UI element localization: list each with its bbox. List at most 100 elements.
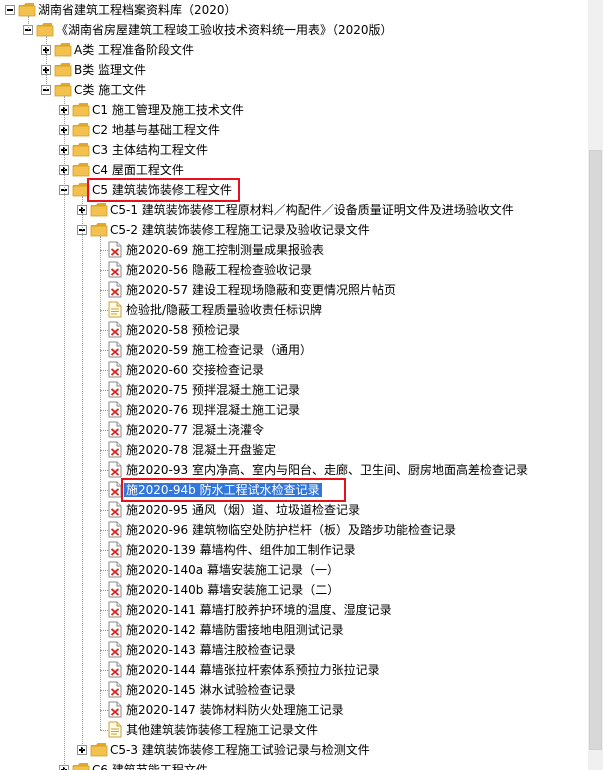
tree-file-row[interactable]: 施2020-60 交接检查记录 bbox=[0, 360, 588, 380]
pdf-file-icon bbox=[108, 581, 122, 598]
tree-item-label: 检验批/隐蔽工程质量验收责任标识牌 bbox=[126, 303, 323, 317]
tree-folder-row[interactable]: C5-3 建筑装饰装修工程施工试验记录与检测文件 bbox=[0, 740, 588, 760]
tree-file-row[interactable]: 施2020-78 混凝土开盘鉴定 bbox=[0, 440, 588, 460]
tree-file-row[interactable]: 施2020-59 施工检查记录（通用） bbox=[0, 340, 588, 360]
tree-connector bbox=[100, 530, 108, 531]
folder-icon bbox=[72, 162, 90, 177]
tree-file-row[interactable]: 施2020-75 预拌混凝土施工记录 bbox=[0, 380, 588, 400]
pdf-file-icon bbox=[108, 641, 122, 658]
pdf-file-icon bbox=[108, 701, 122, 718]
file-tree: 湖南省建筑工程档案资料库（2020） 《湖南省房屋建筑工程竣工验收技术资料统一用表… bbox=[0, 0, 588, 770]
tree-connector bbox=[100, 410, 108, 411]
folder-icon bbox=[72, 142, 90, 157]
tree-file-row[interactable]: 施2020-69 施工控制测量成果报验表 bbox=[0, 240, 588, 260]
folder-icon bbox=[54, 42, 72, 57]
tree-item-label: 施2020-69 施工控制测量成果报验表 bbox=[126, 243, 324, 257]
tree-item-label: C1 施工管理及施工技术文件 bbox=[92, 103, 244, 117]
pdf-file-icon bbox=[108, 241, 122, 258]
tree-item-label: 《湖南省房屋建筑工程竣工验收技术资料统一用表》（2020版） bbox=[56, 23, 393, 37]
tree-file-row[interactable]: 检验批/隐蔽工程质量验收责任标识牌 bbox=[0, 300, 588, 320]
tree-folder-row[interactable]: C类 施工文件 bbox=[0, 80, 588, 100]
tree-item-label: 施2020-58 预检记录 bbox=[126, 323, 240, 337]
tree-file-row[interactable]: 施2020-147 装饰材料防火处理施工记录 bbox=[0, 700, 588, 720]
tree-item-label: 施2020-142 幕墙防雷接地电阻测试记录 bbox=[126, 623, 344, 637]
tree-connector bbox=[100, 390, 108, 391]
tree-connector bbox=[100, 510, 108, 511]
tree-connector bbox=[100, 710, 108, 711]
tree-file-row[interactable]: 施2020-56 隐蔽工程检查验收记录 bbox=[0, 260, 588, 280]
tree-item-label: C5 建筑装饰装修工程文件 bbox=[92, 183, 232, 197]
tree-connector bbox=[100, 590, 108, 591]
pdf-file-icon bbox=[108, 341, 122, 358]
pdf-file-icon bbox=[108, 601, 122, 618]
tree-folder-row[interactable]: C4 屋面工程文件 bbox=[0, 160, 588, 180]
tree-item-label-selected: 施2020-94b 防水工程试水检查记录 bbox=[124, 483, 322, 497]
pdf-file-icon bbox=[108, 461, 122, 478]
tree-connector bbox=[100, 236, 101, 730]
scrollbar-thumb[interactable] bbox=[589, 150, 602, 750]
tree-item-label: 施2020-140a 幕墙安装施工记录（一） bbox=[126, 563, 339, 577]
tree-folder-row[interactable]: C2 地基与基础工程文件 bbox=[0, 120, 588, 140]
tree-folder-row[interactable]: C5 建筑装饰装修工程文件 bbox=[0, 180, 588, 200]
tree-file-row[interactable]: 施2020-143 幕墙注胶检查记录 bbox=[0, 640, 588, 660]
tree-item-label: 施2020-59 施工检查记录（通用） bbox=[126, 343, 312, 357]
pdf-file-icon bbox=[108, 401, 122, 418]
tree-file-row[interactable]: 施2020-142 幕墙防雷接地电阻测试记录 bbox=[0, 620, 588, 640]
tree-connector bbox=[100, 450, 108, 451]
document-file-icon bbox=[108, 721, 122, 738]
tree-connector bbox=[100, 310, 108, 311]
tree-file-row[interactable]: 施2020-95 通风（烟）道、垃圾道检查记录 bbox=[0, 500, 588, 520]
tree-item-label: 施2020-56 隐蔽工程检查验收记录 bbox=[126, 263, 312, 277]
tree-folder-row[interactable]: C6 建筑节能工程文件 bbox=[0, 760, 588, 770]
tree-file-row[interactable]: 施2020-57 建设工程现场隐蔽和变更情况照片帖页 bbox=[0, 280, 588, 300]
tree-file-row[interactable]: 施2020-144 幕墙张拉杆索体系预拉力张拉记录 bbox=[0, 660, 588, 680]
tree-file-row[interactable]: 施2020-93 室内净高、室内与阳台、走廊、卫生间、厨房地面高差检查记录 bbox=[0, 460, 588, 480]
tree-connector bbox=[100, 610, 108, 611]
tree-item-label: C3 主体结构工程文件 bbox=[92, 143, 208, 157]
pdf-file-icon bbox=[108, 321, 122, 338]
tree-item-label: B类 监理文件 bbox=[74, 63, 147, 77]
tree-item-label: 施2020-96 建筑物临空处防护栏杆（板）及踏步功能检查记录 bbox=[126, 523, 456, 537]
tree-item-label: 施2020-93 室内净高、室内与阳台、走廊、卫生间、厨房地面高差检查记录 bbox=[126, 463, 528, 477]
tree-file-row[interactable]: 施2020-140b 幕墙安装施工记录（二） bbox=[0, 580, 588, 600]
tree-folder-row[interactable]: 《湖南省房屋建筑工程竣工验收技术资料统一用表》（2020版） bbox=[0, 20, 588, 40]
tree-item-label: 施2020-143 幕墙注胶检查记录 bbox=[126, 643, 296, 657]
tree-file-row[interactable]: 施2020-139 幕墙构件、组件加工制作记录 bbox=[0, 540, 588, 560]
tree-folder-row[interactable]: 湖南省建筑工程档案资料库（2020） bbox=[0, 0, 588, 20]
tree-file-row[interactable]: 施2020-76 现拌混凝土施工记录 bbox=[0, 400, 588, 420]
tree-folder-row[interactable]: A类 工程准备阶段文件 bbox=[0, 40, 588, 60]
pdf-file-icon bbox=[108, 501, 122, 518]
tree-item-label: 施2020-145 淋水试验检查记录 bbox=[126, 683, 296, 697]
tree-file-row[interactable]: 施2020-77 混凝土浇灌令 bbox=[0, 420, 588, 440]
tree-folder-row[interactable]: B类 监理文件 bbox=[0, 60, 588, 80]
folder-icon bbox=[90, 742, 108, 757]
tree-item-label: C5-2 建筑装饰装修工程施工记录及验收记录文件 bbox=[110, 223, 370, 237]
tree-file-row[interactable]: 其他建筑装饰装修工程施工记录文件 bbox=[0, 720, 588, 740]
tree-connector bbox=[100, 670, 108, 671]
tree-file-row[interactable]: 施2020-141 幕墙打胶养护环境的温度、湿度记录 bbox=[0, 600, 588, 620]
tree-connector bbox=[46, 36, 47, 90]
tree-folder-row[interactable]: C3 主体结构工程文件 bbox=[0, 140, 588, 160]
tree-connector bbox=[100, 290, 108, 291]
tree-item-label: C5-3 建筑装饰装修工程施工试验记录与检测文件 bbox=[110, 743, 370, 757]
tree-connector bbox=[64, 96, 65, 770]
tree-file-row[interactable]: 施2020-145 淋水试验检查记录 bbox=[0, 680, 588, 700]
tree-item-label: 施2020-77 混凝土浇灌令 bbox=[126, 423, 264, 437]
pdf-file-icon bbox=[108, 661, 122, 678]
tree-item-label: 施2020-57 建设工程现场隐蔽和变更情况照片帖页 bbox=[126, 283, 396, 297]
document-file-icon bbox=[108, 301, 122, 318]
tree-item-label: 施2020-140b 幕墙安装施工记录（二） bbox=[126, 583, 340, 597]
pdf-file-icon bbox=[108, 281, 122, 298]
tree-file-row[interactable]: 施2020-94b 防水工程试水检查记录 bbox=[0, 480, 588, 500]
tree-item-label: 施2020-78 混凝土开盘鉴定 bbox=[126, 443, 276, 457]
tree-file-row[interactable]: 施2020-140a 幕墙安装施工记录（一） bbox=[0, 560, 588, 580]
tree-folder-row[interactable]: C5-1 建筑装饰装修工程原材料／构配件／设备质量证明文件及进场验收文件 bbox=[0, 200, 588, 220]
collapse-toggle[interactable] bbox=[5, 5, 15, 15]
tree-folder-row[interactable]: C1 施工管理及施工技术文件 bbox=[0, 100, 588, 120]
tree-folder-row[interactable]: C5-2 建筑装饰装修工程施工记录及验收记录文件 bbox=[0, 220, 588, 240]
tree-file-row[interactable]: 施2020-58 预检记录 bbox=[0, 320, 588, 340]
tree-connector bbox=[100, 690, 108, 691]
tree-item-label: 施2020-141 幕墙打胶养护环境的温度、湿度记录 bbox=[126, 603, 392, 617]
pdf-file-icon bbox=[108, 261, 122, 278]
tree-file-row[interactable]: 施2020-96 建筑物临空处防护栏杆（板）及踏步功能检查记录 bbox=[0, 520, 588, 540]
